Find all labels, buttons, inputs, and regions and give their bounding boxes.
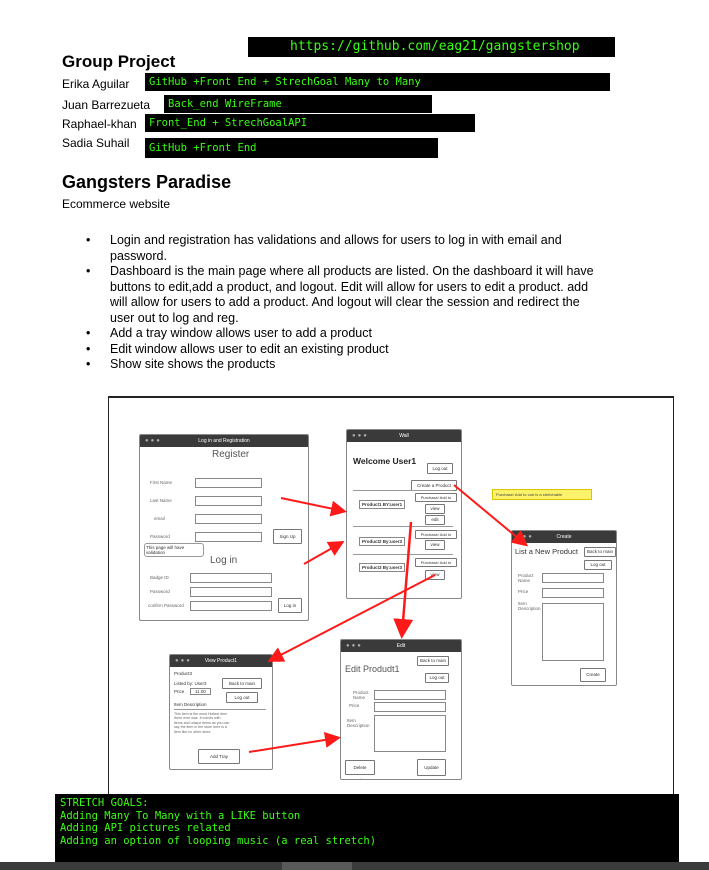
stretch-heading: STRETCH GOALS: bbox=[60, 797, 149, 809]
app-subtitle: Ecommerce website bbox=[62, 197, 171, 211]
member-role-text: Back_end WireFrame bbox=[168, 98, 282, 110]
arrow-create-to-create-window bbox=[453, 484, 529, 547]
member-role: GitHub +Front End bbox=[145, 138, 438, 158]
member-role: Back_end WireFrame bbox=[164, 95, 432, 113]
arrow-view-to-view-window bbox=[267, 574, 436, 662]
arrow-edit-to-edit-window bbox=[393, 521, 414, 639]
feature-item: Show site shows the products bbox=[84, 357, 604, 373]
member-role: GitHub +Front End + StrechGoal Many to M… bbox=[145, 73, 610, 91]
scrollbar-thumb[interactable] bbox=[282, 862, 352, 870]
member-name: Sadia Suhail bbox=[62, 136, 130, 150]
feature-item: Add a tray window allows user to add a p… bbox=[84, 326, 604, 342]
feature-item: Edit window allows user to edit an exist… bbox=[84, 342, 604, 358]
repo-url: https://github.com/eag21/gangstershop bbox=[290, 39, 580, 54]
repo-url-banner: https://github.com/eag21/gangstershop bbox=[248, 37, 615, 57]
project-heading: Group Project bbox=[62, 52, 176, 71]
member-name: Raphael-khan bbox=[62, 117, 137, 131]
app-title: Gangsters Paradise bbox=[62, 172, 232, 192]
stretch-item: Adding API pictures related bbox=[60, 822, 231, 834]
arrow-addtray-to-edit bbox=[248, 731, 341, 753]
flow-arrows bbox=[248, 484, 529, 753]
feature-item: Dashboard is the main page where all pro… bbox=[84, 264, 604, 326]
arrow-login-to-wall bbox=[280, 497, 347, 517]
feature-item: Login and registration has validations a… bbox=[84, 233, 604, 264]
member-name: Juan Barrezueta bbox=[62, 98, 151, 112]
member-role: Front_End + StrechGoalAPI bbox=[145, 114, 475, 132]
member-role-text: GitHub +Front End bbox=[149, 142, 257, 154]
member-role-text: GitHub +Front End + StrechGoal Many to M… bbox=[149, 76, 421, 88]
wireframe-image: ●●● Log in and Registration Register Firs… bbox=[108, 396, 674, 796]
stretch-item: Adding an option of looping music (a rea… bbox=[60, 834, 377, 847]
feature-list: Login and registration has validations a… bbox=[84, 233, 604, 373]
member-role-text: Front_End + StrechGoalAPI bbox=[149, 117, 308, 129]
member-name: Erika Aguilar bbox=[62, 77, 130, 91]
stretch-item: Adding Many To Many with a LIKE button bbox=[60, 809, 301, 822]
arrow-signup-to-wall bbox=[303, 541, 345, 565]
stretch-goals-panel: STRETCH GOALS: Adding Many To Many with … bbox=[55, 794, 679, 862]
horizontal-scrollbar[interactable] bbox=[0, 862, 709, 870]
